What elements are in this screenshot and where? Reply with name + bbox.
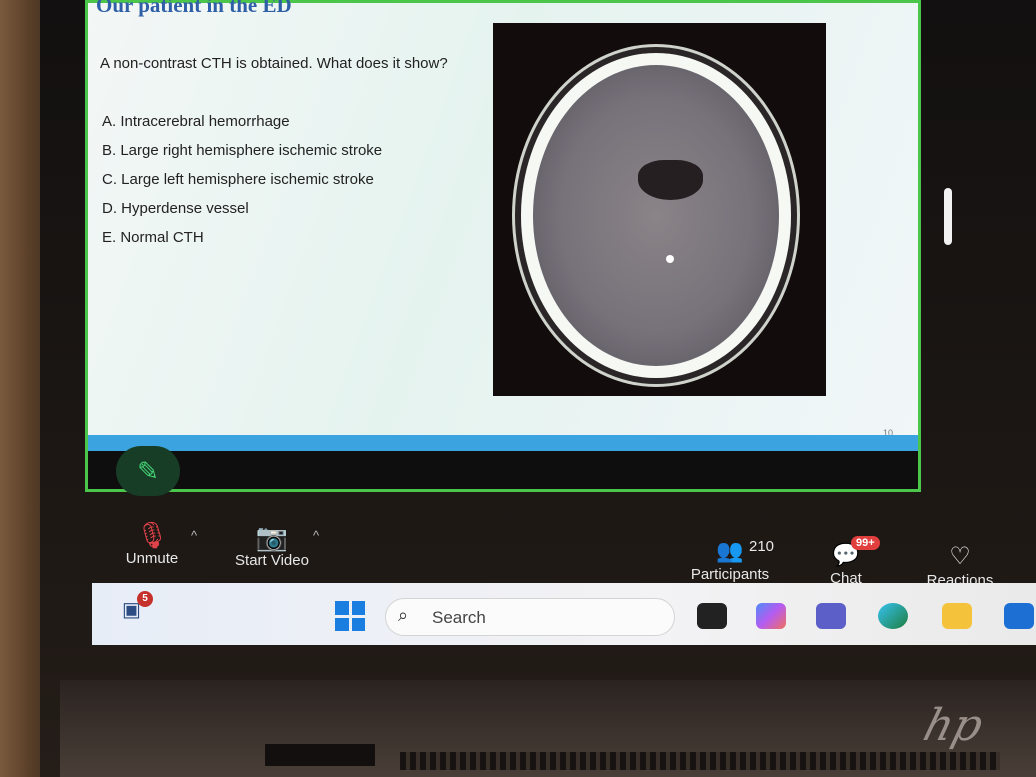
ct-skull bbox=[521, 53, 791, 378]
heart-icon: ♡ bbox=[949, 543, 971, 570]
start-video-label: Start Video bbox=[235, 552, 309, 569]
answer-item: D. Hyperdense vessel bbox=[102, 200, 249, 217]
file-explorer-icon[interactable] bbox=[942, 603, 972, 629]
answer-list: A. Intracerebral hemorrhage B. Large rig… bbox=[102, 111, 382, 256]
copilot-icon[interactable] bbox=[756, 603, 786, 629]
answer-item: E. Normal CTH bbox=[102, 229, 204, 246]
teams-icon[interactable] bbox=[816, 603, 846, 629]
mic-muted-icon: 🎙 bbox=[135, 520, 169, 550]
unmute-button[interactable]: 🎙 Unmute bbox=[112, 520, 192, 567]
video-off-icon: 📷 bbox=[255, 522, 289, 552]
laptop-hinge bbox=[265, 744, 375, 766]
start-button[interactable] bbox=[335, 601, 365, 631]
answer-item: B. Large right hemisphere ischemic strok… bbox=[102, 142, 383, 159]
edge-icon[interactable] bbox=[878, 603, 908, 629]
video-options-caret[interactable]: ^ bbox=[313, 528, 319, 543]
participants-label: Participants bbox=[690, 566, 770, 583]
search-placeholder: Search bbox=[432, 608, 486, 627]
search-icon: ⌕ bbox=[398, 605, 409, 625]
slide-title: Our patient in the ED bbox=[96, 0, 292, 17]
slide-question: A non-contrast CTH is obtained. What doe… bbox=[100, 55, 448, 72]
ct-ventricles bbox=[638, 160, 703, 200]
widgets-badge: 5 bbox=[137, 591, 153, 607]
task-view-icon[interactable] bbox=[697, 603, 727, 629]
chat-unread-badge: 99+ bbox=[851, 536, 880, 550]
shared-slide: Our patient in the ED A non-contrast CTH… bbox=[85, 0, 921, 492]
participants-count: 210 bbox=[749, 538, 775, 555]
windows-logo-icon bbox=[335, 601, 349, 615]
reactions-button[interactable]: ♡ Reactions bbox=[918, 542, 1002, 589]
taskbar-search[interactable]: ⌕ Search bbox=[385, 598, 675, 636]
laptop-vent bbox=[400, 752, 1000, 770]
answer-item: C. Large left hemisphere ischemic stroke bbox=[102, 171, 374, 188]
panel-resize-handle[interactable] bbox=[944, 188, 952, 245]
unmute-label: Unmute bbox=[125, 550, 179, 567]
audio-options-caret[interactable]: ^ bbox=[191, 528, 197, 543]
windows-taskbar: ▣ 5 ⌕ Search bbox=[92, 583, 1036, 645]
ct-scan-image bbox=[493, 23, 826, 396]
mail-icon[interactable] bbox=[1004, 603, 1034, 629]
annotate-pen-button[interactable]: ✎ bbox=[116, 446, 180, 496]
pen-icon: ✎ bbox=[137, 456, 159, 486]
slide-footer-bar bbox=[88, 435, 918, 451]
ct-calcification bbox=[666, 255, 674, 263]
answer-item: A. Intracerebral hemorrhage bbox=[102, 113, 290, 130]
slide-content: Our patient in the ED A non-contrast CTH… bbox=[88, 0, 918, 438]
start-video-button[interactable]: 📷 Start Video bbox=[226, 522, 318, 569]
